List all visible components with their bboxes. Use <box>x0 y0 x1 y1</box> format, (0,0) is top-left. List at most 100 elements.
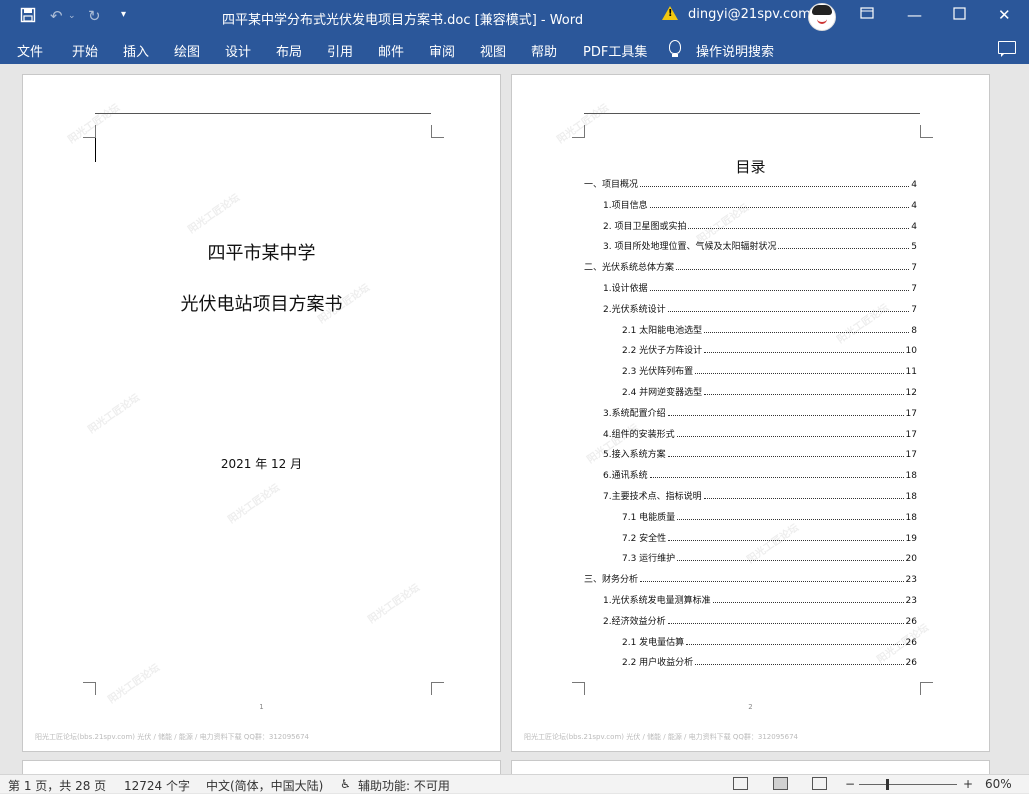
toc-entry-label: 二、光伏系统总体方案 <box>584 263 675 274</box>
toc-entry-page: 7 <box>911 284 917 294</box>
toc-entry-page: 26 <box>905 616 917 627</box>
toc-leader <box>677 518 904 520</box>
toc-leader <box>688 227 910 229</box>
accessibility-icon[interactable]: ♿ <box>340 777 351 791</box>
margin-mark <box>572 682 585 695</box>
close-icon[interactable]: ✕ <box>998 6 1011 24</box>
word-count[interactable]: 12724 个字 <box>124 777 190 794</box>
language[interactable]: 中文(简体，中国大陆) <box>206 777 323 794</box>
toc-leader <box>695 373 904 375</box>
tab-mailings[interactable]: 邮件 <box>378 41 404 60</box>
redo-icon[interactable]: ↻ <box>88 7 101 25</box>
toc-entry[interactable]: 一、项目概况 4 <box>584 176 917 190</box>
toc-entry[interactable]: 2. 项目卫星图或实拍 4 <box>603 218 917 232</box>
toc-entry[interactable]: 1.设计依据 7 <box>603 280 917 294</box>
toc-leader <box>703 498 904 499</box>
tab-pdf-tools[interactable]: PDF工具集 <box>583 41 647 60</box>
print-layout-icon[interactable] <box>773 777 788 790</box>
zoom-out-button[interactable]: − <box>845 777 855 791</box>
toc-entry[interactable]: 7.1 电能质量 18 <box>622 509 917 523</box>
toc-entry[interactable]: 7.2 安全性 19 <box>622 530 917 544</box>
watermark: 阳光工匠论坛 <box>366 582 422 626</box>
toc-entry-page: 26 <box>905 637 917 648</box>
toc-entry[interactable]: 1.光伏系统发电量测算标准 23 <box>603 592 917 606</box>
tab-view[interactable]: 视图 <box>480 41 506 60</box>
tab-file[interactable]: 文件 <box>17 41 43 60</box>
toc-entry[interactable]: 2.2 用户收益分析 26 <box>622 654 917 668</box>
toc-entry[interactable]: 2.1 发电量估算 26 <box>622 634 917 648</box>
toc-entry[interactable]: 3. 项目所处地理位置、气候及太阳辐射状况 5 <box>603 238 917 252</box>
tab-design[interactable]: 设计 <box>225 41 251 60</box>
tab-insert[interactable]: 插入 <box>123 41 149 60</box>
toc-entry-page: 18 <box>905 512 917 523</box>
tab-help[interactable]: 帮助 <box>531 41 557 60</box>
toc-entry[interactable]: 7.主要技术点、指标说明 18 <box>603 488 917 502</box>
toc-entry[interactable]: 三、财务分析 23 <box>584 571 917 585</box>
zoom-slider[interactable] <box>859 784 957 785</box>
warning-icon[interactable] <box>662 6 678 20</box>
toc-leader <box>695 664 904 666</box>
zoom-level[interactable]: 60% <box>985 777 1012 791</box>
zoom-in-button[interactable]: + <box>963 777 973 791</box>
toc-entry-label: 2.光伏系统设计 <box>603 304 666 315</box>
read-mode-icon[interactable] <box>733 777 748 790</box>
toc-leader <box>667 456 904 458</box>
minimize-icon[interactable]: — <box>907 6 922 24</box>
comments-icon[interactable] <box>998 41 1016 57</box>
page-1[interactable]: 阳光工匠论坛 阳光工匠论坛 阳光工匠论坛 阳光工匠论坛 阳光工匠论坛 阳光工匠论… <box>22 74 501 752</box>
maximize-icon[interactable] <box>953 6 966 24</box>
undo-dropdown-icon[interactable]: ⌄ <box>68 11 76 21</box>
ribbon-display-icon[interactable] <box>860 6 874 24</box>
toc-entry-label: 5.接入系统方案 <box>603 450 666 461</box>
toc-entry[interactable]: 2.2 光伏子方阵设计 10 <box>622 342 917 356</box>
toc-entry[interactable]: 2.3 光伏阵列布置 11 <box>622 363 917 377</box>
toc-entry[interactable]: 二、光伏系统总体方案 7 <box>584 259 917 273</box>
toc-entry-page: 26 <box>905 658 917 669</box>
toc-entry-label: 2. 项目卫星图或实拍 <box>603 221 687 232</box>
toc-entry-label: 2.2 用户收益分析 <box>622 658 694 669</box>
avatar[interactable] <box>808 3 836 31</box>
customize-icon[interactable]: ▾ <box>121 9 126 20</box>
toc-entry[interactable]: 7.3 运行维护 20 <box>622 550 917 564</box>
toc-entry[interactable]: 3.系统配置介绍 17 <box>603 405 917 419</box>
toc-entry-label: 4.组件的安装形式 <box>603 429 675 440</box>
title-bar: ↶ ⌄ ↻ ▾ 四平某中学分布式光伏发电项目方案书.doc [兼容模式] - W… <box>0 0 1029 33</box>
tab-home[interactable]: 开始 <box>72 41 98 60</box>
toc-entry-page: 12 <box>905 388 917 398</box>
toc-entry-label: 7.2 安全性 <box>622 533 667 544</box>
tab-draw[interactable]: 绘图 <box>174 41 200 60</box>
toc-entry-page: 7 <box>911 263 917 274</box>
page-count[interactable]: 第 1 页，共 28 页 <box>8 777 106 794</box>
tab-review[interactable]: 审阅 <box>429 41 455 60</box>
undo-icon[interactable]: ↶ <box>50 7 63 25</box>
tab-references[interactable]: 引用 <box>327 41 353 60</box>
toc-entry[interactable]: 5.接入系统方案 17 <box>603 446 917 460</box>
save-icon[interactable] <box>20 7 36 27</box>
toc-entry[interactable]: 2.4 并网逆变器选型 12 <box>622 384 917 398</box>
toc-entry-label: 2.1 太阳能电池选型 <box>622 325 703 336</box>
toc-entry[interactable]: 1.项目信息 4 <box>603 197 917 211</box>
toc-entry[interactable]: 6.通讯系统 18 <box>603 467 917 481</box>
web-layout-icon[interactable] <box>812 777 827 790</box>
toc-entry[interactable]: 4.组件的安装形式 17 <box>603 426 917 440</box>
toc-entry-page: 17 <box>905 408 917 419</box>
toc-entry[interactable]: 2.经济效益分析 26 <box>603 613 917 627</box>
toc-entry-page: 4 <box>911 221 917 232</box>
toc-entry-page: 17 <box>905 429 917 440</box>
toc-entry-page: 18 <box>905 471 917 482</box>
toc-entry-page: 17 <box>905 450 917 461</box>
page-2[interactable]: 阳光工匠论坛 阳光工匠论坛 阳光工匠论坛 阳光工匠论坛 阳光工匠论坛 阳光工匠论… <box>511 74 990 752</box>
toc-entry-label: 1.设计依据 <box>603 284 648 294</box>
watermark: 阳光工匠论坛 <box>106 662 162 706</box>
zoom-slider-thumb[interactable] <box>886 779 889 790</box>
tell-me-search[interactable]: 操作说明搜索 <box>696 41 774 60</box>
cover-title-line1: 四平市某中学 <box>207 243 316 264</box>
page-number: 1 <box>259 703 264 711</box>
toc-entry-page: 4 <box>911 180 917 190</box>
accessibility-status[interactable]: 辅助功能: 不可用 <box>358 777 450 794</box>
toc-entry-page: 18 <box>905 492 917 502</box>
tab-layout[interactable]: 布局 <box>276 41 302 60</box>
toc-entry[interactable]: 2.光伏系统设计 7 <box>603 301 917 315</box>
toc-entry[interactable]: 2.1 太阳能电池选型 8 <box>622 322 917 336</box>
user-email[interactable]: dingyi@21spv.com <box>688 7 811 22</box>
